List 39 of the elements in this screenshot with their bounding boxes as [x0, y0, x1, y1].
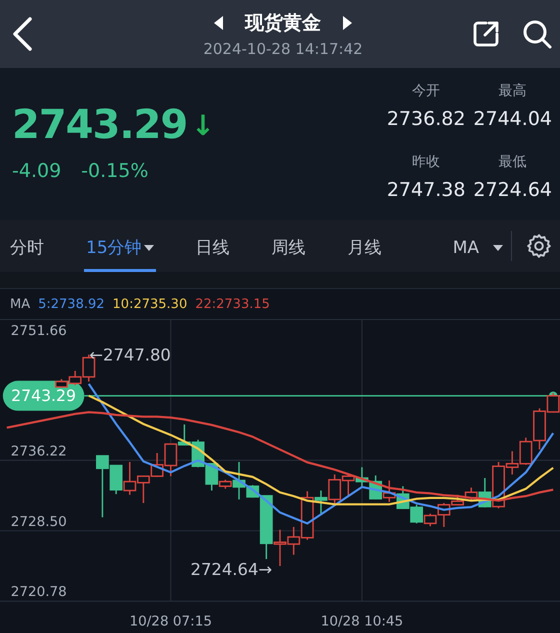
stat-value: 2744.04	[473, 108, 552, 130]
axis-label: 10/28 07:15	[130, 614, 212, 630]
low-price-label: 2724.64→	[190, 560, 272, 579]
stat-label: 昨收	[412, 153, 440, 171]
stat-value: 2724.64	[473, 179, 552, 201]
current-price: 2743.29	[12, 102, 188, 148]
legend-value: 5:2738.92	[38, 296, 105, 312]
axis-label: 2728.50	[10, 514, 67, 530]
share-button[interactable]	[472, 20, 500, 48]
stat-label: 今开	[412, 82, 440, 100]
stat-value: 2736.82	[386, 108, 466, 130]
price-change: -4.09	[12, 160, 62, 182]
down-arrow: ↓	[191, 108, 215, 142]
stat-label: 最低	[498, 153, 527, 171]
instrument-title: 现货黄金	[245, 11, 321, 36]
indicator-dropdown[interactable]: MA	[450, 220, 505, 272]
stat-value: 2747.38	[386, 179, 466, 201]
percent-change: -0.15%	[81, 160, 148, 182]
period-tab[interactable]: 分时	[8, 220, 46, 272]
period-tab[interactable]: 月线	[346, 220, 384, 272]
axis-label: 2736.22	[10, 443, 67, 460]
legend-value: 22:2733.15	[195, 296, 270, 312]
stat-label: 最高	[498, 82, 527, 100]
period-tab[interactable]: 日线	[194, 220, 232, 272]
back-button[interactable]	[10, 16, 34, 52]
axis-label: 2720.78	[10, 584, 67, 600]
ref-line-label: 2743.29	[11, 386, 76, 406]
legend-value: 10:2735.30	[112, 296, 188, 312]
timestamp: 2024-10-28 14:17:42	[203, 40, 363, 58]
next-button[interactable]	[343, 16, 352, 30]
axis-label: 10/28 10:45	[320, 614, 404, 630]
price-tag: 2743.29	[2, 380, 84, 411]
search-button[interactable]	[522, 19, 552, 49]
period-tab[interactable]: 周线	[270, 220, 308, 272]
high-price-label: ←2747.80	[89, 346, 171, 364]
settings-button[interactable]	[526, 233, 552, 259]
legend-title: MA	[10, 296, 30, 312]
previous-button[interactable]	[214, 16, 223, 30]
axis-label: 2751.66	[10, 322, 67, 339]
